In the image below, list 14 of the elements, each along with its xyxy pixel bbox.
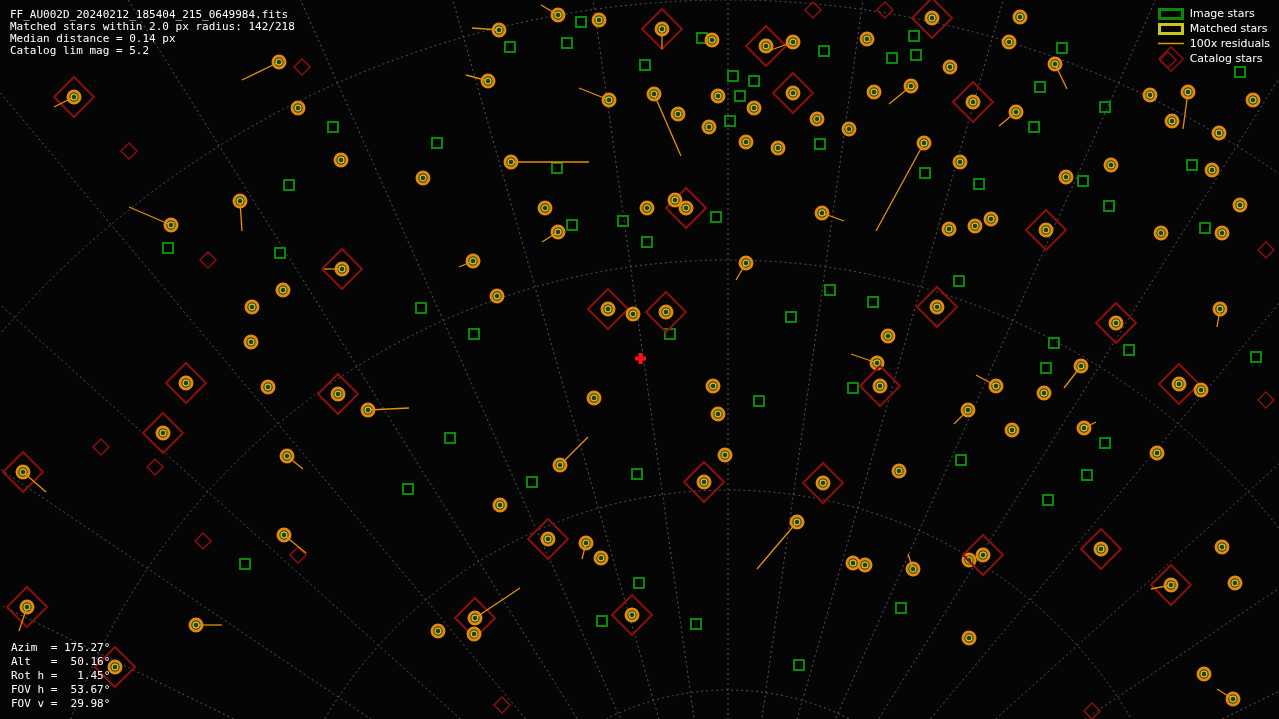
line-icon [1157, 42, 1184, 45]
info-text: Catalog lim mag = 5.2 [10, 45, 151, 57]
pointing-text: FOV v = 29.98° [11, 697, 111, 711]
info-text: Median distance = 0.14 px [10, 33, 177, 45]
pointing-text: Alt = 50.16° [11, 655, 111, 669]
info-text: Matched stars within 2.0 px radius: 142/218 [10, 21, 295, 33]
legend-label: Matched stars [1189, 21, 1268, 36]
pointing-text: Rot h = 1.45° [11, 669, 111, 683]
legend-label: Catalog stars [1189, 51, 1263, 66]
pointing-text: FOV h = 53.67° [11, 683, 111, 697]
legend-label: Image stars [1189, 6, 1255, 21]
pointing-text: Azim = 175.27° [11, 641, 111, 655]
legend-label: 100x residuals [1189, 36, 1270, 51]
info-text: FF_AU002D_20240212_185404_215_0649984.fits [10, 9, 290, 21]
